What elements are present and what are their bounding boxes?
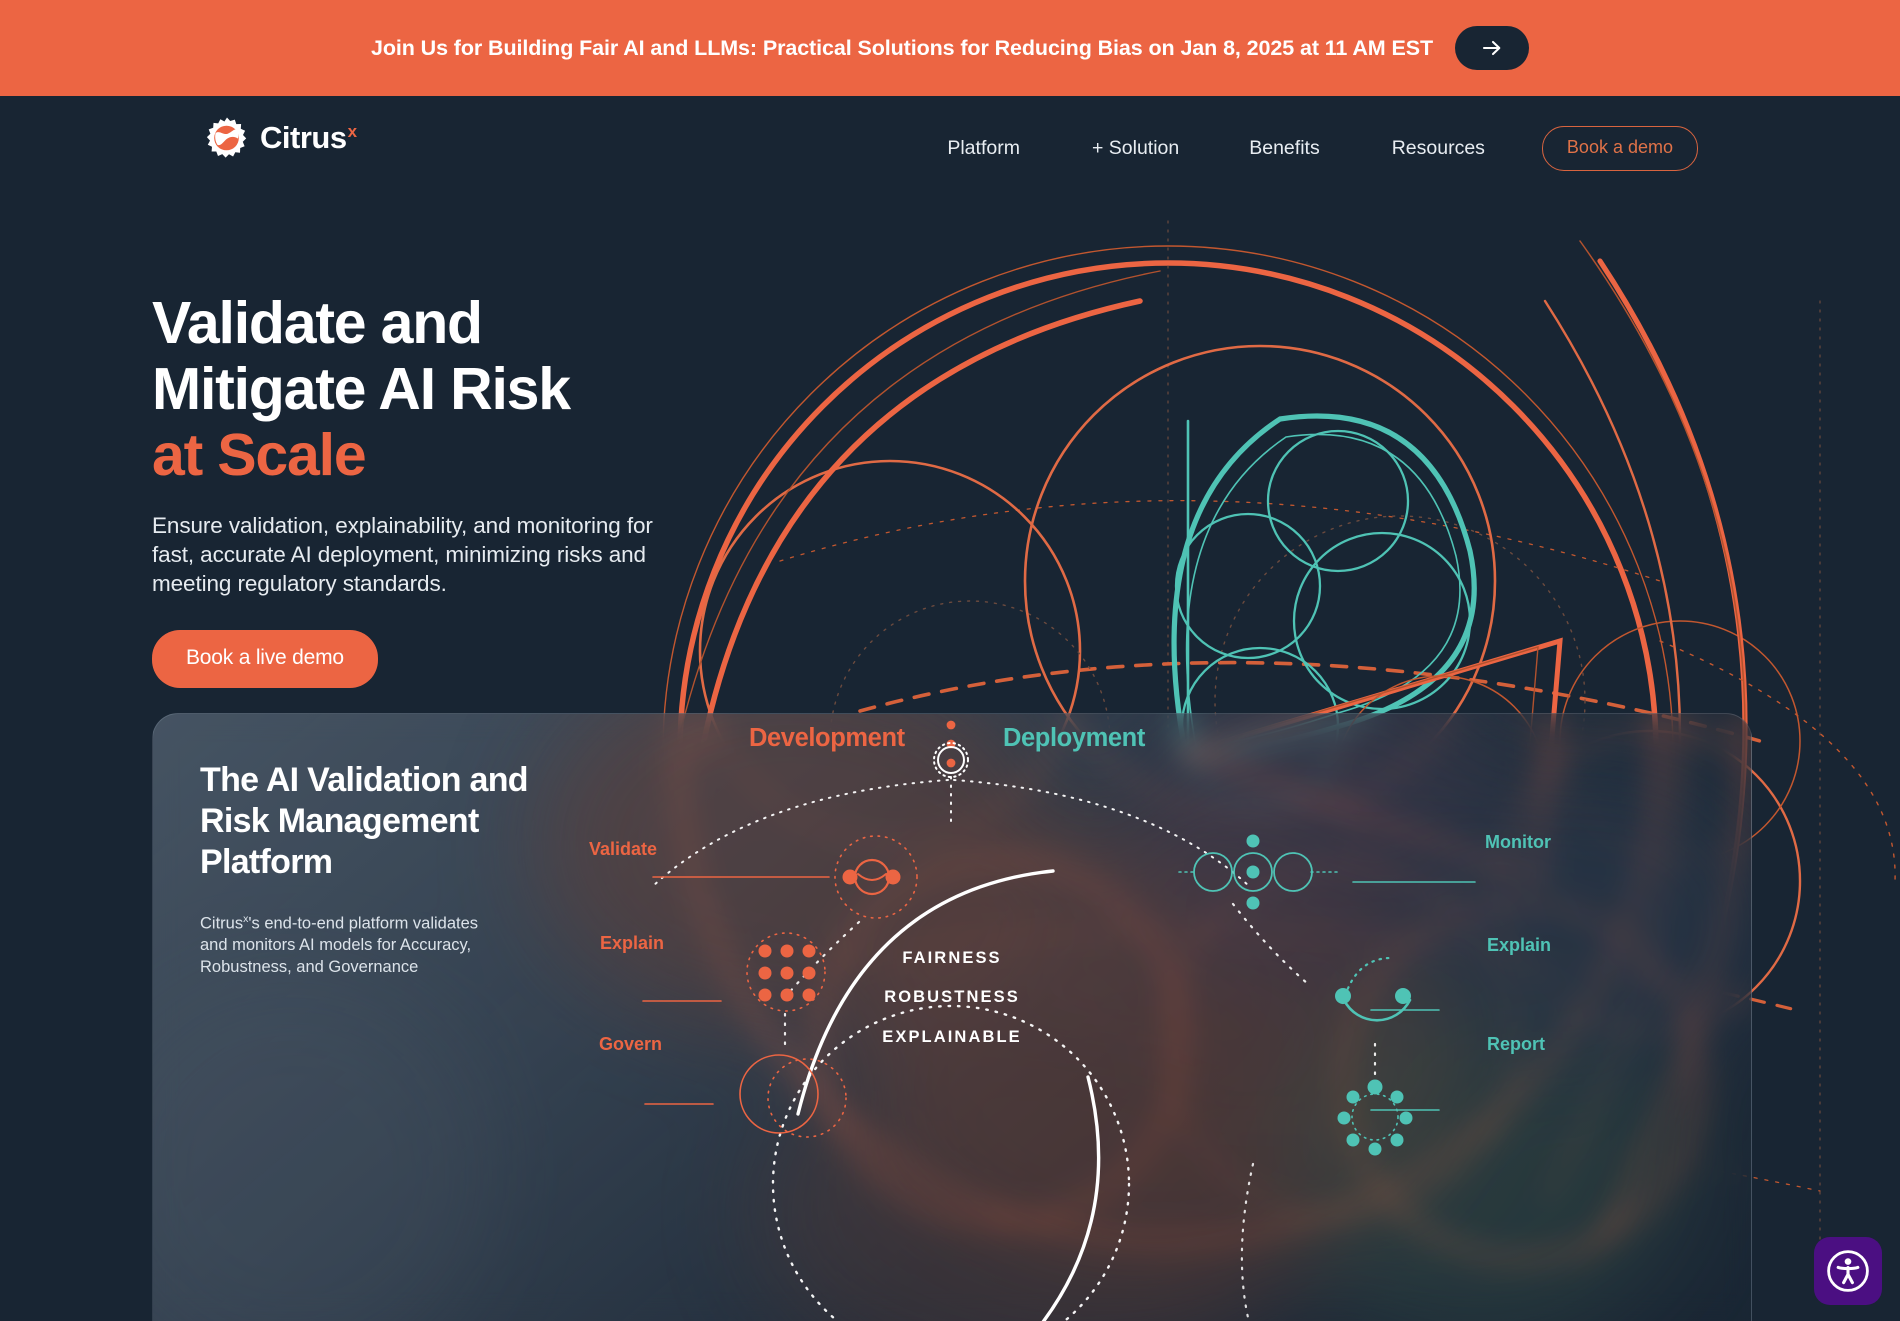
card-title-line-1: The AI Validation and [200, 761, 529, 799]
core-value-fairness: FAIRNESS [902, 949, 1002, 967]
step-label-validate[interactable]: Validate [589, 839, 657, 860]
site-header [0, 96, 1900, 181]
accessibility-icon [1827, 1250, 1869, 1292]
page-title: Validate and Mitigate AI Risk at Scale [152, 290, 752, 488]
hero-title-line-1: Validate and [152, 290, 483, 356]
hero-subtitle: Ensure validation, explainability, and m… [152, 513, 653, 596]
phase-label-deployment: Deployment [1003, 724, 1145, 752]
step-label-govern[interactable]: Govern [599, 1034, 662, 1055]
step-label-explain-dep[interactable]: Explain [1487, 935, 1551, 956]
hero-title-line-2: Mitigate AI Risk [152, 356, 571, 422]
landing-page: Join Us for Building Fair AI and LLMs: P… [0, 0, 1900, 1321]
phase-label-development: Development [749, 724, 905, 752]
announcement-banner: Join Us for Building Fair AI and LLMs: P… [0, 0, 1900, 96]
card-heading-block: The AI Validation and Risk Management Pl… [200, 760, 630, 978]
card-description: Citrusx's end-to-end platform validates … [200, 913, 479, 976]
step-label-explain-dev[interactable]: Explain [600, 933, 664, 954]
card-title-line-2: Risk Management [200, 802, 479, 840]
platform-overview-card: The AI Validation and Risk Management Pl… [152, 713, 1752, 1321]
core-value-explainable: EXPLAINABLE [882, 1028, 1022, 1046]
announcement-text: Join Us for Building Fair AI and LLMs: P… [370, 35, 1433, 60]
core-value-robustness: ROBUSTNESS [884, 988, 1020, 1006]
arrow-right-icon[interactable] [1455, 26, 1529, 70]
step-label-report[interactable]: Report [1487, 1034, 1545, 1055]
card-title: The AI Validation and Risk Management Pl… [200, 760, 630, 883]
card-title-line-3: Platform [200, 843, 333, 881]
accessibility-widget-button[interactable] [1814, 1237, 1882, 1305]
book-a-live-demo-button[interactable]: Book a live demo [152, 630, 378, 688]
hero-title-line-3: at Scale [152, 422, 367, 488]
hero-section: Validate and Mitigate AI Risk at Scale E… [152, 290, 752, 688]
step-label-monitor[interactable]: Monitor [1485, 832, 1551, 853]
